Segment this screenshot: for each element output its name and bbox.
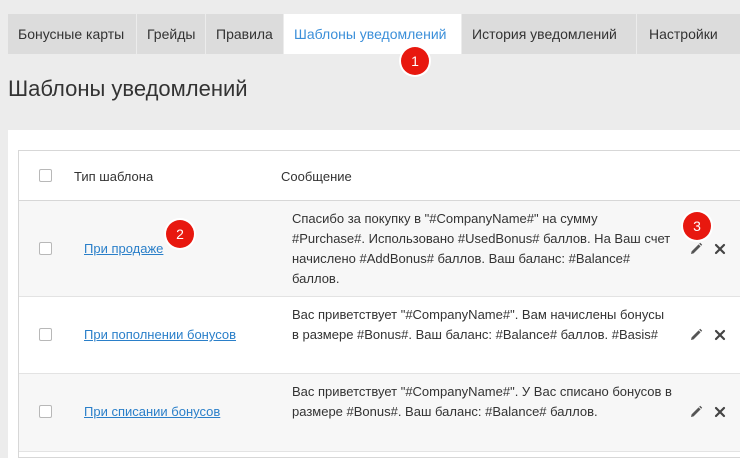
tab-bonus-cards[interactable]: Бонусные карты [8,14,137,54]
tab-settings[interactable]: Настройки [637,14,740,54]
header-template-type: Тип шаблона [74,169,154,184]
pencil-icon[interactable] [688,241,704,257]
template-type-link[interactable]: При списании бонусов [84,404,220,419]
tab-grades[interactable]: Грейды [137,14,206,54]
table-header: Тип шаблона Сообщение [19,151,740,201]
template-message: Вас приветствует "#CompanyName#". У Вас … [292,384,672,419]
templates-table: Тип шаблона Сообщение При продаже Спасиб… [18,150,740,458]
tab-notification-history[interactable]: История уведомлений [462,14,637,54]
select-all-checkbox[interactable] [39,169,52,182]
table-row: При списании бонусов Вас приветствует "#… [19,374,740,452]
row-checkbox[interactable] [39,242,52,255]
template-type-link[interactable]: При пополнении бонусов [84,327,236,342]
close-icon[interactable] [712,327,728,343]
template-type-link[interactable]: При продаже [84,241,163,256]
table-row: При пополнении бонусов Вас приветствует … [19,297,740,374]
pencil-icon[interactable] [688,404,704,420]
table-row: При продаже Спасибо за покупку в "#Compa… [19,201,740,297]
header-message: Сообщение [281,169,352,184]
step-marker-1: 1 [401,47,429,75]
tab-notification-templates[interactable]: Шаблоны уведомлений [284,14,462,54]
templates-panel: Тип шаблона Сообщение При продаже Спасиб… [8,130,740,458]
template-message: Спасибо за покупку в "#CompanyName#" на … [292,211,671,286]
tab-bar: Бонусные карты Грейды Правила Шаблоны ув… [8,14,740,54]
row-checkbox[interactable] [39,405,52,418]
tab-rules[interactable]: Правила [206,14,284,54]
step-marker-3: 3 [683,212,711,240]
close-icon[interactable] [712,241,728,257]
page-title: Шаблоны уведомлений [8,76,248,101]
close-icon[interactable] [712,404,728,420]
pencil-icon[interactable] [688,327,704,343]
template-message: Вас приветствует "#CompanyName#". Вам на… [292,307,665,342]
step-marker-2: 2 [166,220,194,248]
row-checkbox[interactable] [39,328,52,341]
